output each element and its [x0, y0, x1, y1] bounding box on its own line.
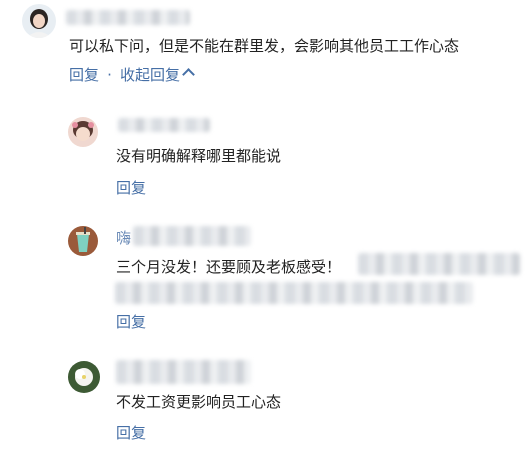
- username-blurred[interactable]: [116, 360, 251, 384]
- comment-actions: 回复 · 收起回复: [69, 65, 195, 85]
- blurred-text: [358, 253, 520, 275]
- username-blurred[interactable]: [133, 226, 251, 246]
- avatar[interactable]: [22, 4, 56, 38]
- actions-separator: ·: [107, 66, 112, 84]
- blurred-text: [115, 282, 473, 304]
- reply-text: 不发工资更影响员工心态: [116, 393, 282, 411]
- avatar[interactable]: [68, 226, 98, 256]
- username-fragment[interactable]: 嗨: [116, 229, 131, 247]
- reply-text: 三个月没发！还要顾及老板感受！: [116, 258, 342, 276]
- reply-button[interactable]: 回复: [116, 423, 146, 443]
- chevron-up-icon: [182, 68, 195, 81]
- reply-text: 没有明确解释哪里都能说: [116, 147, 282, 165]
- reply-button[interactable]: 回复: [69, 66, 99, 84]
- username-blurred[interactable]: [118, 118, 210, 132]
- comment-text: 可以私下问，但是不能在群里发，会影响其他员工工作心态: [69, 37, 460, 55]
- collapse-replies-button[interactable]: 收起回复: [119, 66, 195, 84]
- username-blurred[interactable]: [66, 10, 190, 25]
- avatar[interactable]: [68, 117, 98, 147]
- reply-button[interactable]: 回复: [116, 178, 146, 198]
- reply-button[interactable]: 回复: [116, 312, 146, 332]
- collapse-replies-label: 收起回复: [119, 66, 180, 84]
- avatar[interactable]: [68, 361, 100, 393]
